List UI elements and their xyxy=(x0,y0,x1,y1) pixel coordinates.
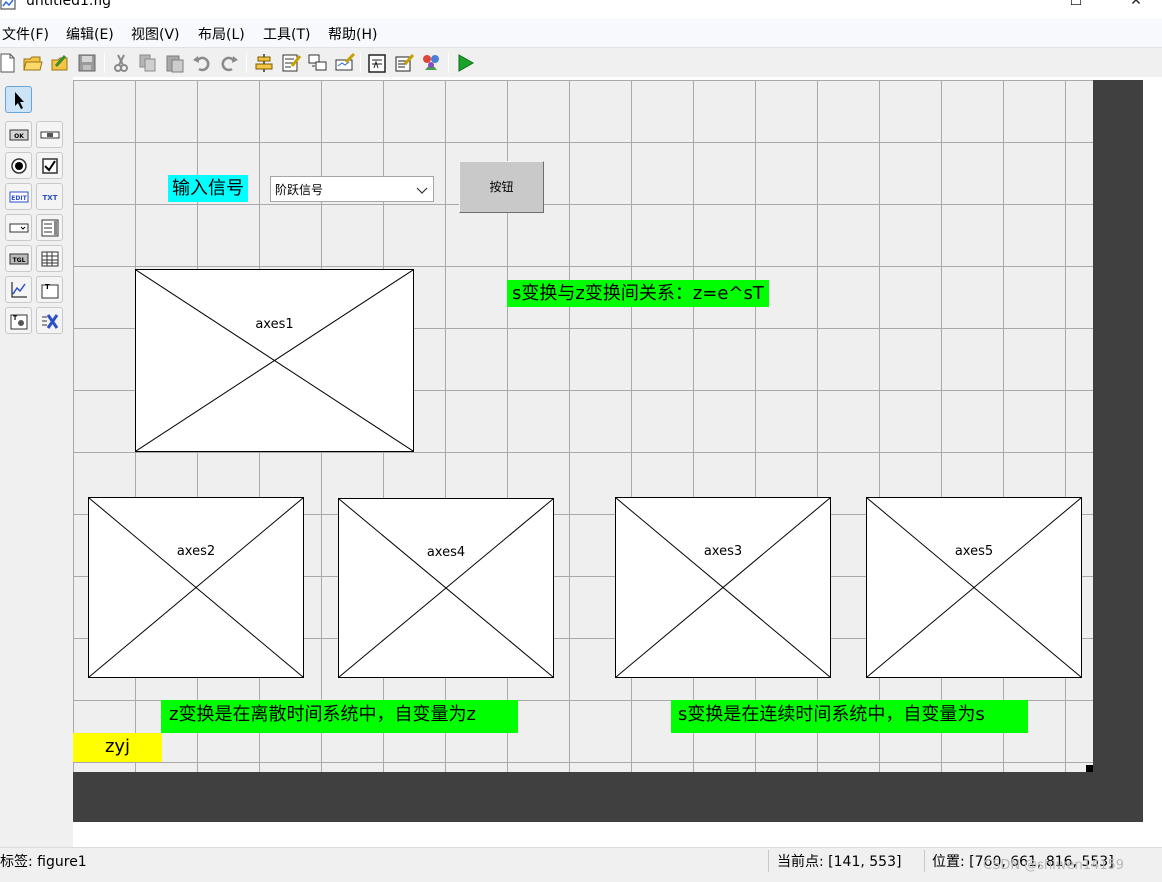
static-text-icon[interactable]: TXT xyxy=(36,183,63,210)
svg-text:OK: OK xyxy=(14,133,24,140)
maximize-button[interactable]: ☐ xyxy=(1064,0,1088,10)
menu-help[interactable]: 帮助(H) xyxy=(328,24,377,44)
open-icon[interactable] xyxy=(22,52,44,74)
menu-editor-icon[interactable] xyxy=(280,52,302,74)
menu-layout[interactable]: 布局(L) xyxy=(198,24,245,44)
object-browser-icon[interactable] xyxy=(420,52,442,74)
save-as-icon[interactable] xyxy=(49,52,71,74)
axes1[interactable]: axes1 xyxy=(135,269,414,452)
axes5[interactable]: axes5 xyxy=(866,497,1082,678)
new-icon[interactable] xyxy=(0,52,18,74)
edit-text-icon[interactable]: EDIT xyxy=(5,183,32,210)
cut-icon[interactable] xyxy=(110,52,132,74)
axes3-label: axes3 xyxy=(703,544,743,559)
status-current-point: 当前点: [141, 553] xyxy=(777,854,902,870)
axes2[interactable]: axes2 xyxy=(88,497,304,678)
tab-order-icon[interactable] xyxy=(307,52,329,74)
axes5-label: axes5 xyxy=(954,544,994,559)
z-transform-note[interactable]: z变换是在离散时间系统中，自变量为z xyxy=(161,700,518,733)
run-icon[interactable] xyxy=(454,52,476,74)
push-button[interactable]: 按钮 xyxy=(459,161,544,213)
listbox-icon[interactable] xyxy=(36,214,63,241)
axes4[interactable]: axes4 xyxy=(338,498,554,678)
panel-icon[interactable]: T xyxy=(36,276,63,303)
button-group-icon[interactable]: T xyxy=(5,307,32,334)
svg-text:T: T xyxy=(45,283,50,291)
svg-text:EDIT: EDIT xyxy=(11,195,27,202)
property-inspector-icon[interactable] xyxy=(393,52,415,74)
axes4-label: axes4 xyxy=(426,545,466,560)
relation-text[interactable]: s变换与z变换间关系：z=e^sT xyxy=(507,280,769,307)
axes-icon[interactable] xyxy=(5,276,32,303)
window-title: untitled1.fig xyxy=(26,0,112,9)
signal-popup-menu[interactable]: 阶跃信号 xyxy=(270,176,434,202)
paste-icon[interactable] xyxy=(164,52,186,74)
save-icon[interactable] xyxy=(76,52,98,74)
svg-text:TXT: TXT xyxy=(43,194,58,202)
menu-tools[interactable]: 工具(T) xyxy=(263,24,310,44)
popup-selected-value: 阶跃信号 xyxy=(275,183,324,197)
svg-text:TGL: TGL xyxy=(13,257,26,264)
menu-view[interactable]: 视图(V) xyxy=(131,24,180,44)
fig-file-icon xyxy=(0,0,18,10)
toggle-button-icon[interactable]: TGL xyxy=(5,245,32,272)
chevron-down-icon xyxy=(415,182,429,201)
pushbutton-icon[interactable]: OK xyxy=(5,121,32,148)
axes3[interactable]: axes3 xyxy=(615,497,831,678)
activex-icon[interactable] xyxy=(36,307,63,334)
menu-file[interactable]: 文件(F) xyxy=(2,24,49,44)
input-signal-label[interactable]: 输入信号 xyxy=(168,175,248,202)
canvas-resize-handle[interactable] xyxy=(1086,765,1093,772)
axes2-label: axes2 xyxy=(176,544,216,559)
select-icon[interactable] xyxy=(5,86,32,113)
copy-icon[interactable] xyxy=(137,52,159,74)
design-grid[interactable]: 输入信号 阶跃信号 按钮 s变换与z变换间关系：z=e^sT axes1 axe… xyxy=(73,80,1093,772)
editor-icon[interactable] xyxy=(366,52,388,74)
table-icon[interactable] xyxy=(36,245,63,272)
slider-icon[interactable] xyxy=(36,121,63,148)
redo-icon[interactable] xyxy=(218,52,240,74)
popup-menu-icon[interactable] xyxy=(5,214,32,241)
menu-bar: 文件(F) 编辑(E) 视图(V) 布局(L) 工具(T) 帮助(H) xyxy=(0,18,1162,47)
author-label[interactable]: zyj xyxy=(73,733,162,762)
radiobutton-icon[interactable] xyxy=(5,152,32,179)
status-bar: 标签: figure1 当前点: [141, 553] 位置: [760, 66… xyxy=(0,847,1162,882)
align-icon[interactable] xyxy=(253,52,275,74)
status-tag: 标签: figure1 xyxy=(0,854,87,870)
csdn-watermark: CSDN @shiwen14159 xyxy=(983,858,1125,873)
menu-edit[interactable]: 编辑(E) xyxy=(66,24,114,44)
close-button[interactable]: ✕ xyxy=(1124,0,1148,10)
component-palette: OK EDIT TXT TGL T T xyxy=(0,77,73,847)
s-transform-note[interactable]: s变换是在连续时间系统中，自变量为s xyxy=(671,700,1028,733)
toolbar-editor-icon[interactable] xyxy=(334,52,356,74)
axes1-label: axes1 xyxy=(255,317,294,332)
toolbar xyxy=(0,47,1162,77)
undo-icon[interactable] xyxy=(191,52,213,74)
layout-canvas: 输入信号 阶跃信号 按钮 s变换与z变换间关系：z=e^sT axes1 axe… xyxy=(73,80,1143,822)
checkbox-icon[interactable] xyxy=(36,152,63,179)
title-bar: untitled1.fig ☐ ✕ xyxy=(0,0,1162,18)
